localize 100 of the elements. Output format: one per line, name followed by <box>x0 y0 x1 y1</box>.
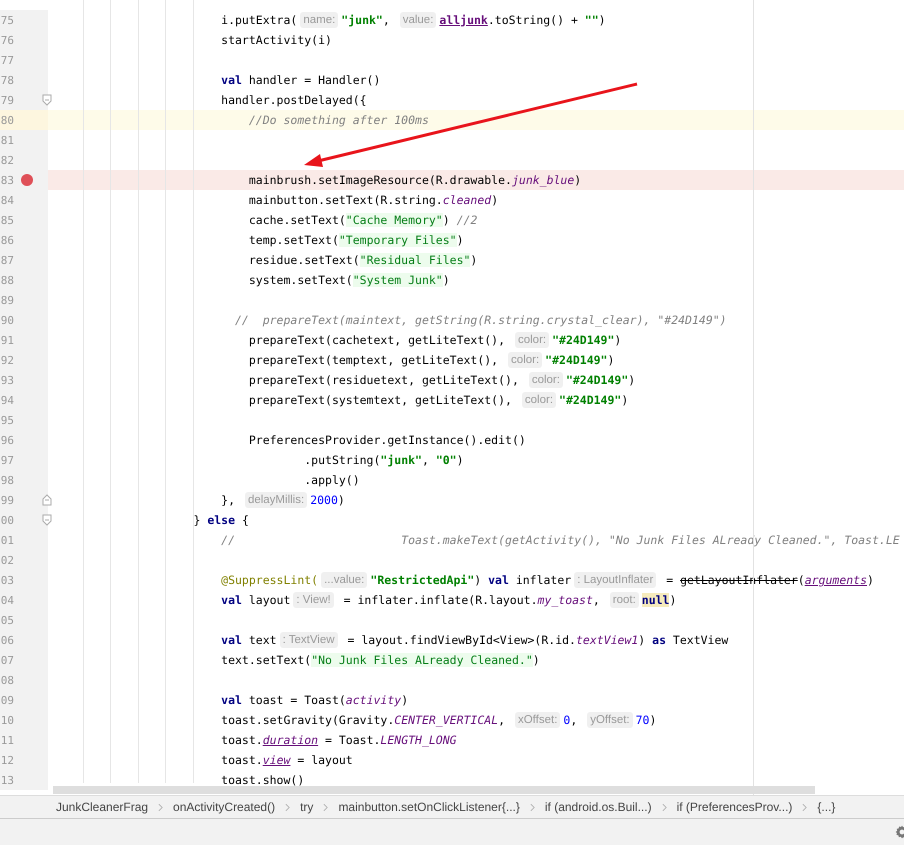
code-token: "#24D149" <box>552 333 614 347</box>
code-token: 70 <box>636 713 650 727</box>
line-number: 92 <box>0 354 14 366</box>
horizontal-scrollbar[interactable] <box>53 786 815 794</box>
chevron-icon <box>802 802 808 812</box>
breadcrumb-item[interactable]: JunkCleanerFrag <box>56 800 148 814</box>
breadcrumb-item[interactable]: {...} <box>817 800 836 814</box>
code-token: prepareText(cachetext, getLiteText(), <box>248 333 506 347</box>
code-token: alljunk <box>439 13 488 27</box>
line-number: 08 <box>0 674 14 686</box>
breadcrumb-item[interactable]: onActivityCreated() <box>173 800 276 814</box>
code-token: ) <box>491 193 498 207</box>
code-token: ) <box>598 13 606 27</box>
code-token: ) <box>574 173 582 187</box>
code-token: toast = Toast( <box>248 693 346 707</box>
code-token: cleaned <box>442 193 492 207</box>
line-number: 02 <box>0 554 14 566</box>
code-token: "junk" <box>341 13 383 27</box>
code-token: "#24D149" <box>566 373 628 387</box>
line-number: 88 <box>0 274 14 286</box>
line-number: 79 <box>0 94 14 106</box>
line-number: 81 <box>0 134 14 146</box>
code-token: cache.setText( <box>248 213 346 227</box>
line-number: 90 <box>0 314 14 326</box>
code-token: i.putExtra( <box>220 13 298 27</box>
code-token: CENTER_VERTICAL <box>394 713 498 727</box>
inlay-hint: color: <box>528 372 563 388</box>
code-token: , <box>422 453 430 467</box>
code-token: ) <box>474 573 482 587</box>
inlay-hint: value: <box>400 12 436 28</box>
breadcrumb-item[interactable]: if (android.os.Buil...) <box>544 800 652 814</box>
code-token: ) <box>628 373 636 387</box>
code-token: = inflater.inflate(R.layout. <box>342 593 538 607</box>
breadcrumb-item[interactable]: mainbutton.setOnClickListener{...} <box>338 800 520 814</box>
code-token: ) <box>338 493 345 507</box>
code-token: , <box>498 713 506 727</box>
code-token: junk_blue <box>512 173 574 187</box>
code-token: layout <box>248 593 290 607</box>
inlay-hint: ...value: <box>321 572 368 588</box>
line-number: 01 <box>0 534 14 546</box>
breadcrumb-item[interactable]: if (PreferencesProv...) <box>676 800 792 814</box>
code-token: "Temporary Files" <box>338 233 457 247</box>
code-token: "RestrictedApi" <box>370 573 474 587</box>
code-token: val <box>220 593 242 607</box>
line-number: 75 <box>0 14 14 26</box>
code-token: handler = Handler() <box>248 73 380 87</box>
code-token: startActivity(i) <box>220 33 332 47</box>
code-token: null <box>642 593 670 607</box>
breadcrumb-item[interactable]: try <box>300 800 314 814</box>
code-token: val <box>220 633 242 647</box>
inlay-hint: : View! <box>293 592 334 608</box>
line-number: 83 <box>0 174 14 186</box>
code-token: inflater <box>514 573 572 587</box>
line-number: 97 <box>0 454 14 466</box>
line-number: 99 <box>0 494 14 506</box>
line-number: 76 <box>0 34 14 46</box>
code-token: ) <box>442 213 451 227</box>
line-number: 80 <box>0 114 14 126</box>
code-token: ) <box>532 653 540 667</box>
code-token: duration <box>262 733 318 747</box>
code-token: = Toast. <box>324 733 380 747</box>
inlay-hint: : TextView <box>280 632 338 648</box>
code-token: .toString() + <box>488 13 579 27</box>
code-token: , <box>570 713 578 727</box>
code-token: as <box>652 633 666 647</box>
inlay-hint: yOffset: <box>587 712 633 728</box>
code-token: "#24D149" <box>559 393 622 407</box>
code-token: view <box>262 753 290 767</box>
breakpoint-icon[interactable] <box>21 174 33 186</box>
code-token: .apply() <box>303 473 360 487</box>
line-number: 07 <box>0 654 14 666</box>
inlay-hint: color: <box>522 392 556 408</box>
code-token: textView1 <box>576 633 638 647</box>
code-token: "junk" <box>380 453 422 467</box>
code-editor[interactable] <box>0 0 904 795</box>
code-token: ) <box>470 253 478 267</box>
code-token: ) <box>401 693 408 707</box>
line-number: 98 <box>0 474 14 486</box>
code-token: .putString( <box>303 453 380 467</box>
line-number: 06 <box>0 634 14 646</box>
line-number: 13 <box>0 774 14 786</box>
code-token: handler.postDelayed({ <box>220 93 367 107</box>
code-token: PreferencesProvider.getInstance().edit() <box>248 433 526 447</box>
chevron-icon <box>285 802 290 812</box>
inlay-hint: : LayoutInflater <box>574 572 656 588</box>
fold-icon[interactable] <box>42 94 52 106</box>
inlay-hint: xOffset: <box>514 712 560 728</box>
code-token: activity <box>346 693 402 707</box>
fold-icon[interactable] <box>42 514 52 526</box>
line-number: 03 <box>0 574 14 586</box>
chevron-icon <box>158 802 164 812</box>
line-number: 09 <box>0 694 14 706</box>
code-token: //2 <box>456 213 478 227</box>
chevron-icon <box>323 802 328 812</box>
code-token: toast.setGravity(Gravity. <box>220 713 394 727</box>
line-number: 95 <box>0 414 14 426</box>
fold-icon[interactable] <box>42 494 52 506</box>
code-token: 2000 <box>310 493 338 507</box>
inlay-hint: root: <box>610 592 639 608</box>
code-token: // Toast.makeText(getActivity(), "No Junk Files ALready Cleaned.", Toast.LE <box>220 533 900 547</box>
